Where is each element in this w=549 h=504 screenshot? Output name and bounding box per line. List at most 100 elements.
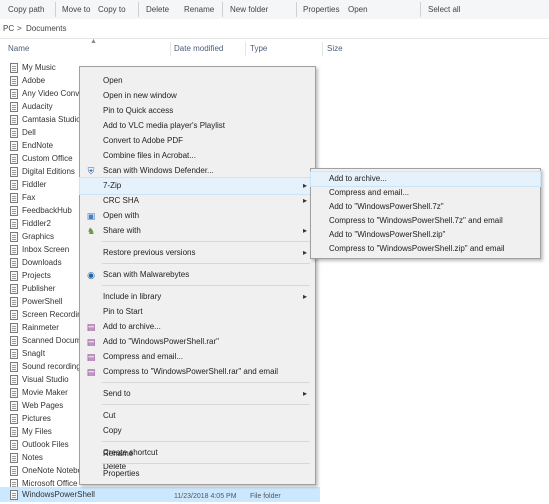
ribbon-properties[interactable]: Properties bbox=[303, 2, 339, 17]
ribbon-copy-to[interactable]: Copy to bbox=[98, 2, 126, 17]
document-icon bbox=[10, 128, 18, 138]
document-icon bbox=[10, 154, 18, 164]
document-icon bbox=[10, 258, 18, 268]
menu-item-cut[interactable]: Cut bbox=[80, 408, 315, 424]
menu-item-include-library[interactable]: Include in library ▸ bbox=[80, 289, 315, 305]
malwarebytes-icon: ◉ bbox=[87, 270, 95, 280]
menu-item-pin-start[interactable]: Pin to Start bbox=[80, 304, 315, 320]
menu-item-compress-email[interactable]: ▤ Compress and email... bbox=[80, 349, 315, 365]
chevron-right-icon: ▸ bbox=[302, 196, 307, 205]
chevron-right-icon: ▸ bbox=[302, 226, 307, 235]
submenu-item-add-archive[interactable]: Add to archive... bbox=[310, 171, 541, 187]
menu-label: Add to VLC media player's Playlist bbox=[103, 121, 226, 130]
menu-label: Send to bbox=[103, 389, 131, 398]
ribbon-open[interactable]: Open bbox=[348, 2, 368, 17]
menu-item-combine-acrobat[interactable]: Combine files in Acrobat... bbox=[80, 148, 315, 164]
menu-divider bbox=[102, 263, 310, 264]
menu-label: Include in library bbox=[103, 292, 162, 301]
column-name[interactable]: Name bbox=[8, 42, 29, 56]
menu-item-add-rar[interactable]: ▤ Add to "WindowsPowerShell.rar" bbox=[80, 334, 315, 350]
breadcrumb-root[interactable]: PC bbox=[3, 19, 14, 38]
document-icon bbox=[10, 427, 18, 437]
document-icon bbox=[10, 284, 18, 294]
menu-item-share-with[interactable]: ♞ Share with ▸ bbox=[80, 223, 315, 239]
column-divider bbox=[245, 42, 246, 56]
menu-divider bbox=[102, 241, 310, 242]
document-icon bbox=[10, 206, 18, 216]
document-icon bbox=[10, 76, 18, 86]
submenu-item-add-7z[interactable]: Add to "WindowsPowerShell.7z" bbox=[311, 200, 540, 214]
ribbon-select-all[interactable]: Select all bbox=[428, 2, 460, 17]
app-icon: ▣ bbox=[86, 211, 96, 221]
menu-item-convert-pdf[interactable]: Convert to Adobe PDF bbox=[80, 133, 315, 149]
breadcrumb-documents[interactable]: Documents bbox=[26, 19, 66, 38]
menu-item-open-new-window[interactable]: Open in new window bbox=[80, 88, 315, 104]
ribbon-copy-path[interactable]: Copy path bbox=[8, 2, 44, 17]
file-row-meta: 11/23/2018 4:05 PM File folder bbox=[0, 489, 320, 504]
menu-item-7zip[interactable]: 7-Zip ▸ bbox=[79, 177, 316, 195]
document-icon bbox=[10, 323, 18, 333]
document-icon bbox=[10, 89, 18, 99]
submenu-label: Add to "WindowsPowerShell.7z" bbox=[329, 202, 444, 211]
menu-item-scan-defender[interactable]: ⛨ Scan with Windows Defender... bbox=[80, 163, 315, 179]
document-icon bbox=[10, 167, 18, 177]
column-date[interactable]: Date modified bbox=[174, 42, 223, 56]
menu-item-open-with[interactable]: ▣ Open with bbox=[80, 208, 315, 224]
menu-label: Share with bbox=[103, 226, 141, 235]
document-icon bbox=[10, 453, 18, 463]
ribbon-divider bbox=[420, 2, 421, 17]
menu-label: Open with bbox=[103, 211, 140, 220]
chevron-right-icon: ▸ bbox=[302, 248, 307, 257]
document-icon bbox=[10, 141, 18, 151]
menu-item-pin-quick-access[interactable]: Pin to Quick access bbox=[80, 103, 315, 119]
menu-label: Scan with Malwarebytes bbox=[103, 270, 190, 279]
menu-item-properties[interactable]: Properties bbox=[80, 466, 315, 482]
ribbon: Copy path Move to Copy to Delete Rename … bbox=[0, 0, 549, 20]
share-icon: ♞ bbox=[86, 226, 96, 236]
menu-item-add-archive[interactable]: ▤ Add to archive... bbox=[80, 319, 315, 335]
menu-label: Rename bbox=[103, 449, 134, 458]
7zip-submenu: Add to archive... Compress and email... … bbox=[310, 168, 541, 259]
address-bar[interactable]: PC > Documents bbox=[0, 19, 549, 39]
menu-label: Properties bbox=[103, 469, 140, 478]
menu-label: Convert to Adobe PDF bbox=[103, 136, 184, 145]
breadcrumb-separator: > bbox=[17, 24, 22, 33]
ribbon-rename[interactable]: Rename bbox=[184, 2, 214, 17]
column-size[interactable]: Size bbox=[327, 42, 343, 56]
menu-divider bbox=[102, 382, 310, 383]
submenu-label: Compress and email... bbox=[329, 188, 410, 197]
menu-label: Combine files in Acrobat... bbox=[103, 151, 196, 160]
submenu-item-compress-7z-email[interactable]: Compress to "WindowsPowerShell.7z" and e… bbox=[311, 214, 540, 228]
menu-item-scan-malwarebytes[interactable]: ◉ Scan with Malwarebytes bbox=[80, 267, 315, 283]
submenu-item-compress-zip-email[interactable]: Compress to "WindowsPowerShell.zip" and … bbox=[311, 242, 540, 256]
submenu-item-compress-email[interactable]: Compress and email... bbox=[311, 186, 540, 200]
menu-label: Add to archive... bbox=[103, 322, 161, 331]
menu-item-vlc-playlist[interactable]: Add to VLC media player's Playlist bbox=[80, 118, 315, 134]
menu-label: Pin to Quick access bbox=[103, 106, 174, 115]
menu-item-copy[interactable]: Copy bbox=[80, 423, 315, 439]
winrar-icon: ▤ bbox=[86, 367, 96, 377]
document-icon bbox=[10, 271, 18, 281]
menu-item-send-to[interactable]: Send to ▸ bbox=[80, 386, 315, 402]
submenu-item-add-zip[interactable]: Add to "WindowsPowerShell.zip" bbox=[311, 228, 540, 242]
menu-divider bbox=[102, 285, 310, 286]
document-icon bbox=[10, 440, 18, 450]
ribbon-new-folder[interactable]: New folder bbox=[230, 2, 268, 17]
document-icon bbox=[10, 349, 18, 359]
ribbon-delete[interactable]: Delete bbox=[146, 2, 169, 17]
submenu-label: Compress to "WindowsPowerShell.7z" and e… bbox=[329, 216, 503, 225]
menu-label: 7-Zip bbox=[103, 181, 122, 190]
menu-item-crc-sha[interactable]: CRC SHA ▸ bbox=[80, 193, 315, 209]
menu-label: Copy bbox=[103, 426, 122, 435]
document-icon bbox=[10, 362, 18, 372]
submenu-label: Add to "WindowsPowerShell.zip" bbox=[329, 230, 446, 239]
menu-label: Compress to "WindowsPowerShell.rar" and … bbox=[103, 367, 279, 376]
ribbon-divider bbox=[296, 2, 297, 17]
column-divider bbox=[170, 42, 171, 56]
menu-item-rename[interactable]: Rename bbox=[80, 446, 315, 462]
menu-item-compress-rar-email[interactable]: ▤ Compress to "WindowsPowerShell.rar" an… bbox=[80, 364, 315, 380]
menu-item-restore-versions[interactable]: Restore previous versions ▸ bbox=[80, 245, 315, 261]
ribbon-move-to[interactable]: Move to bbox=[62, 2, 90, 17]
menu-item-open[interactable]: Open bbox=[80, 73, 315, 89]
column-type[interactable]: Type bbox=[250, 42, 267, 56]
